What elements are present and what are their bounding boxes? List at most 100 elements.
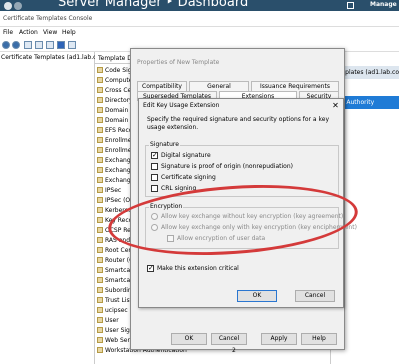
tab-issuance-requirements[interactable]: Issuance Requirements <box>251 81 339 91</box>
template-row[interactable]: User <box>97 316 119 326</box>
critical-extension-checkbox[interactable] <box>147 263 154 273</box>
properties-icon[interactable] <box>35 41 43 49</box>
back-icon[interactable] <box>4 2 12 10</box>
certificate-template-icon <box>97 207 103 213</box>
certificate-template-icon <box>97 317 103 323</box>
forward-icon[interactable] <box>12 41 20 49</box>
properties-ok-button[interactable]: OK <box>171 333 207 345</box>
export-icon[interactable] <box>46 41 54 49</box>
template-row[interactable]: Exchange <box>97 156 134 166</box>
certificate-template-icon <box>97 347 103 353</box>
tree-pane: Certificate Templates (ad1.lab.c <box>0 52 96 364</box>
certificate-template-icon <box>97 127 103 133</box>
help-icon[interactable] <box>57 41 65 49</box>
show-action-pane-icon[interactable] <box>68 41 76 49</box>
certificate-template-icon <box>97 197 103 203</box>
template-row[interactable]: Subordin <box>97 286 132 296</box>
template-name: Smartcar <box>105 267 133 274</box>
template-row[interactable]: Root Cert <box>97 246 133 256</box>
forward-icon[interactable] <box>14 2 22 10</box>
template-row[interactable]: Exchange <box>97 166 134 176</box>
template-row[interactable]: Router (O <box>97 256 134 266</box>
properties-apply-button[interactable]: Apply <box>261 333 297 345</box>
template-name: IPSec (O <box>105 197 131 204</box>
key-usage-description: Specify the required signature and secur… <box>147 116 330 131</box>
template-row[interactable]: IPSec <box>97 186 121 196</box>
certificate-template-icon <box>97 307 103 313</box>
certificate-template-icon <box>97 107 103 113</box>
notifications-flag-icon[interactable] <box>347 2 354 9</box>
certificate-template-icon <box>97 337 103 343</box>
template-row[interactable]: Smartcar <box>97 266 133 276</box>
template-row[interactable]: Trust List <box>97 296 132 306</box>
template-name: Directory <box>105 97 133 104</box>
tab-compatibility[interactable]: Compatibility <box>137 81 187 91</box>
close-icon[interactable]: ✕ <box>330 100 341 111</box>
template-row[interactable]: Directory <box>97 96 133 106</box>
manage-menu[interactable]: Manage <box>370 1 397 8</box>
tab-general[interactable]: General <box>189 81 249 91</box>
template-row[interactable]: Domain C <box>97 116 134 126</box>
key-usage-ok-button[interactable]: OK <box>237 290 277 302</box>
back-icon[interactable] <box>2 41 10 49</box>
certificate-signing-checkbox[interactable] <box>151 174 158 181</box>
template-row[interactable]: ucipsec <box>97 306 128 316</box>
console-title: Certificate Templates Console <box>3 15 93 22</box>
certificate-template-icon <box>97 187 103 193</box>
certificate-template-icon <box>97 67 103 73</box>
certificate-template-icon <box>97 177 103 183</box>
template-version-value: 2 <box>232 347 236 354</box>
critical-extension-label: Make this extension critical <box>157 265 239 272</box>
menu-action[interactable]: Action <box>19 29 38 36</box>
certificate-template-icon <box>97 287 103 293</box>
nonrepudiation-label: Signature is proof of origin (nonrepudia… <box>161 163 293 170</box>
template-name: Code Sig <box>105 67 132 74</box>
digital-signature-checkbox[interactable] <box>151 150 158 160</box>
tree-root-certificate-templates[interactable]: Certificate Templates (ad1.lab.c <box>1 54 96 61</box>
properties-help-button[interactable]: Help <box>301 333 337 345</box>
certificate-template-icon <box>97 227 103 233</box>
template-row[interactable]: Smartcar <box>97 276 133 286</box>
template-row[interactable]: Domain C <box>97 106 134 116</box>
nonrepudiation-checkbox[interactable] <box>151 163 158 170</box>
server-manager-bar: Server Manager ‣ Dashboard Manage <box>0 0 399 11</box>
template-name: Subordin <box>105 287 132 294</box>
certificate-template-icon <box>97 267 103 273</box>
template-name: Smartcar <box>105 277 133 284</box>
template-name: Trust List <box>105 297 132 304</box>
template-row[interactable]: Code Sig <box>97 66 132 76</box>
certificate-template-icon <box>97 277 103 283</box>
template-row[interactable]: Cross Cer <box>97 86 134 96</box>
properties-cancel-button[interactable]: Cancel <box>211 333 247 345</box>
certificate-template-icon <box>97 97 103 103</box>
certificate-template-icon <box>97 247 103 253</box>
console-title-bar: Certificate Templates Console <box>0 11 399 27</box>
certificate-template-icon <box>97 77 103 83</box>
template-row[interactable]: Exchange <box>97 176 134 186</box>
certificate-template-icon <box>97 157 103 163</box>
server-manager-title: Server Manager ‣ Dashboard <box>58 0 249 10</box>
menu-file[interactable]: File <box>3 29 13 36</box>
template-row[interactable]: Compute <box>97 76 132 86</box>
template-name: Compute <box>105 77 133 84</box>
signature-group-label: Signature <box>149 141 180 148</box>
certificate-signing-label: Certificate signing <box>161 174 216 181</box>
crl-signing-checkbox[interactable] <box>151 185 158 192</box>
properties-dialog-title: Properties of New Template <box>137 59 220 66</box>
template-row[interactable]: User Sign <box>97 326 134 336</box>
menu-help[interactable]: Help <box>62 29 76 36</box>
template-name: IPSec <box>105 187 122 194</box>
certificate-template-icon <box>97 137 103 143</box>
template-row[interactable]: IPSec (O <box>97 196 130 206</box>
key-usage-dialog-title: Edit Key Usage Extension <box>143 102 220 109</box>
show-tree-icon[interactable] <box>24 41 32 49</box>
certificate-template-icon <box>97 297 103 303</box>
certificate-template-icon <box>97 117 103 123</box>
certificate-template-icon <box>97 257 103 263</box>
certificate-template-icon <box>97 147 103 153</box>
certificate-template-icon <box>97 87 103 93</box>
menu-view[interactable]: View <box>43 29 57 36</box>
certificate-template-icon <box>97 167 103 173</box>
certificate-template-icon <box>97 327 103 333</box>
key-usage-cancel-button[interactable]: Cancel <box>295 290 335 302</box>
